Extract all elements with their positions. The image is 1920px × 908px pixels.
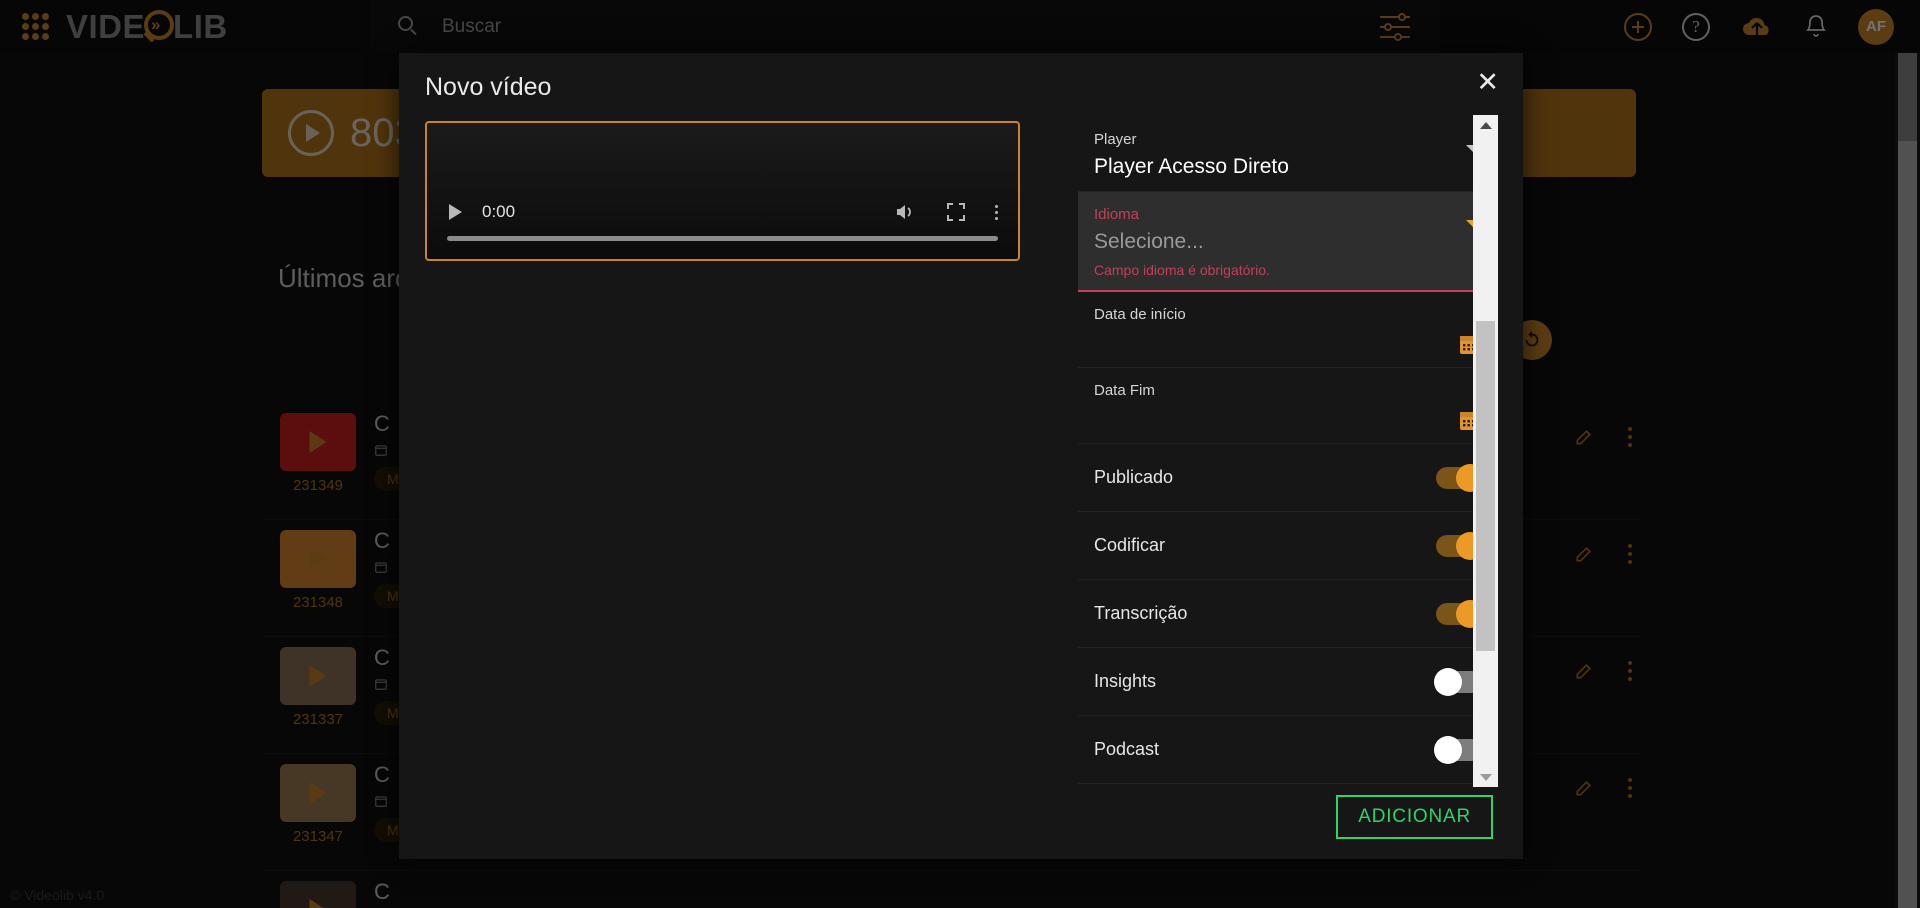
close-icon[interactable]: ✕ xyxy=(1476,69,1499,96)
video-controls: 0:00 xyxy=(427,193,1018,231)
video-progress-bar[interactable] xyxy=(447,236,998,241)
add-button[interactable]: ADICIONAR xyxy=(1336,795,1493,839)
field-podcast[interactable]: Podcast xyxy=(1078,716,1498,784)
field-idioma[interactable]: Idioma Selecione... Campo idioma é obrig… xyxy=(1078,192,1498,292)
scroll-up-button[interactable] xyxy=(1473,115,1498,135)
field-codificar[interactable]: Codificar xyxy=(1078,512,1498,580)
field-insights-label: Insights xyxy=(1094,671,1157,691)
form-fields: Player Player Acesso Direto Idioma Selec… xyxy=(1078,115,1498,784)
volume-icon[interactable] xyxy=(895,203,917,221)
field-data-fim[interactable]: Data Fim xyxy=(1078,368,1498,444)
field-idioma-error: Campo idioma é obrigatório. xyxy=(1094,262,1270,278)
modal-title: Novo vídeo xyxy=(425,73,552,101)
modal-scrollbar[interactable] xyxy=(1473,115,1498,787)
video-preview-column: 0:00 xyxy=(399,115,1021,787)
field-transcricao-label: Transcrição xyxy=(1094,603,1188,623)
field-insights[interactable]: Insights xyxy=(1078,648,1498,716)
field-idioma-label: Idioma xyxy=(1094,206,1140,223)
app-root: 803 vídeos nento Últimos arq 231349 C xyxy=(0,0,1920,908)
field-publicado-label: Publicado xyxy=(1094,467,1174,487)
field-codificar-label: Codificar xyxy=(1094,535,1166,555)
field-idioma-value: Selecione... xyxy=(1094,230,1204,253)
video-current-time: 0:00 xyxy=(482,202,516,221)
field-transcricao[interactable]: Transcrição xyxy=(1078,580,1498,648)
video-player-preview[interactable]: 0:00 xyxy=(425,121,1020,261)
modal-body: 0:00 Player Player Acesso Direto Idioma … xyxy=(399,115,1523,787)
scroll-down-button[interactable] xyxy=(1473,767,1498,787)
form-column: Player Player Acesso Direto Idioma Selec… xyxy=(1078,115,1498,787)
modal-scrollbar-thumb[interactable] xyxy=(1476,321,1495,651)
play-icon[interactable] xyxy=(449,204,462,220)
field-player-value: Player Acesso Direto xyxy=(1094,155,1289,178)
fullscreen-icon[interactable] xyxy=(947,203,965,221)
modal-footer: ADICIONAR xyxy=(399,787,1523,859)
field-data-fim-label: Data Fim xyxy=(1094,382,1155,399)
new-video-modal: Novo vídeo ✕ 0:00 Player Player Acesso D… xyxy=(399,53,1523,859)
field-player[interactable]: Player Player Acesso Direto xyxy=(1078,117,1498,192)
field-publicado[interactable]: Publicado xyxy=(1078,444,1498,512)
more-vertical-icon[interactable] xyxy=(995,204,998,220)
field-data-inicio-label: Data de início xyxy=(1094,306,1186,323)
field-data-inicio[interactable]: Data de início xyxy=(1078,292,1498,368)
modal-header: Novo vídeo ✕ xyxy=(399,53,1523,115)
field-player-label: Player xyxy=(1094,131,1137,148)
field-podcast-label: Podcast xyxy=(1094,739,1160,759)
